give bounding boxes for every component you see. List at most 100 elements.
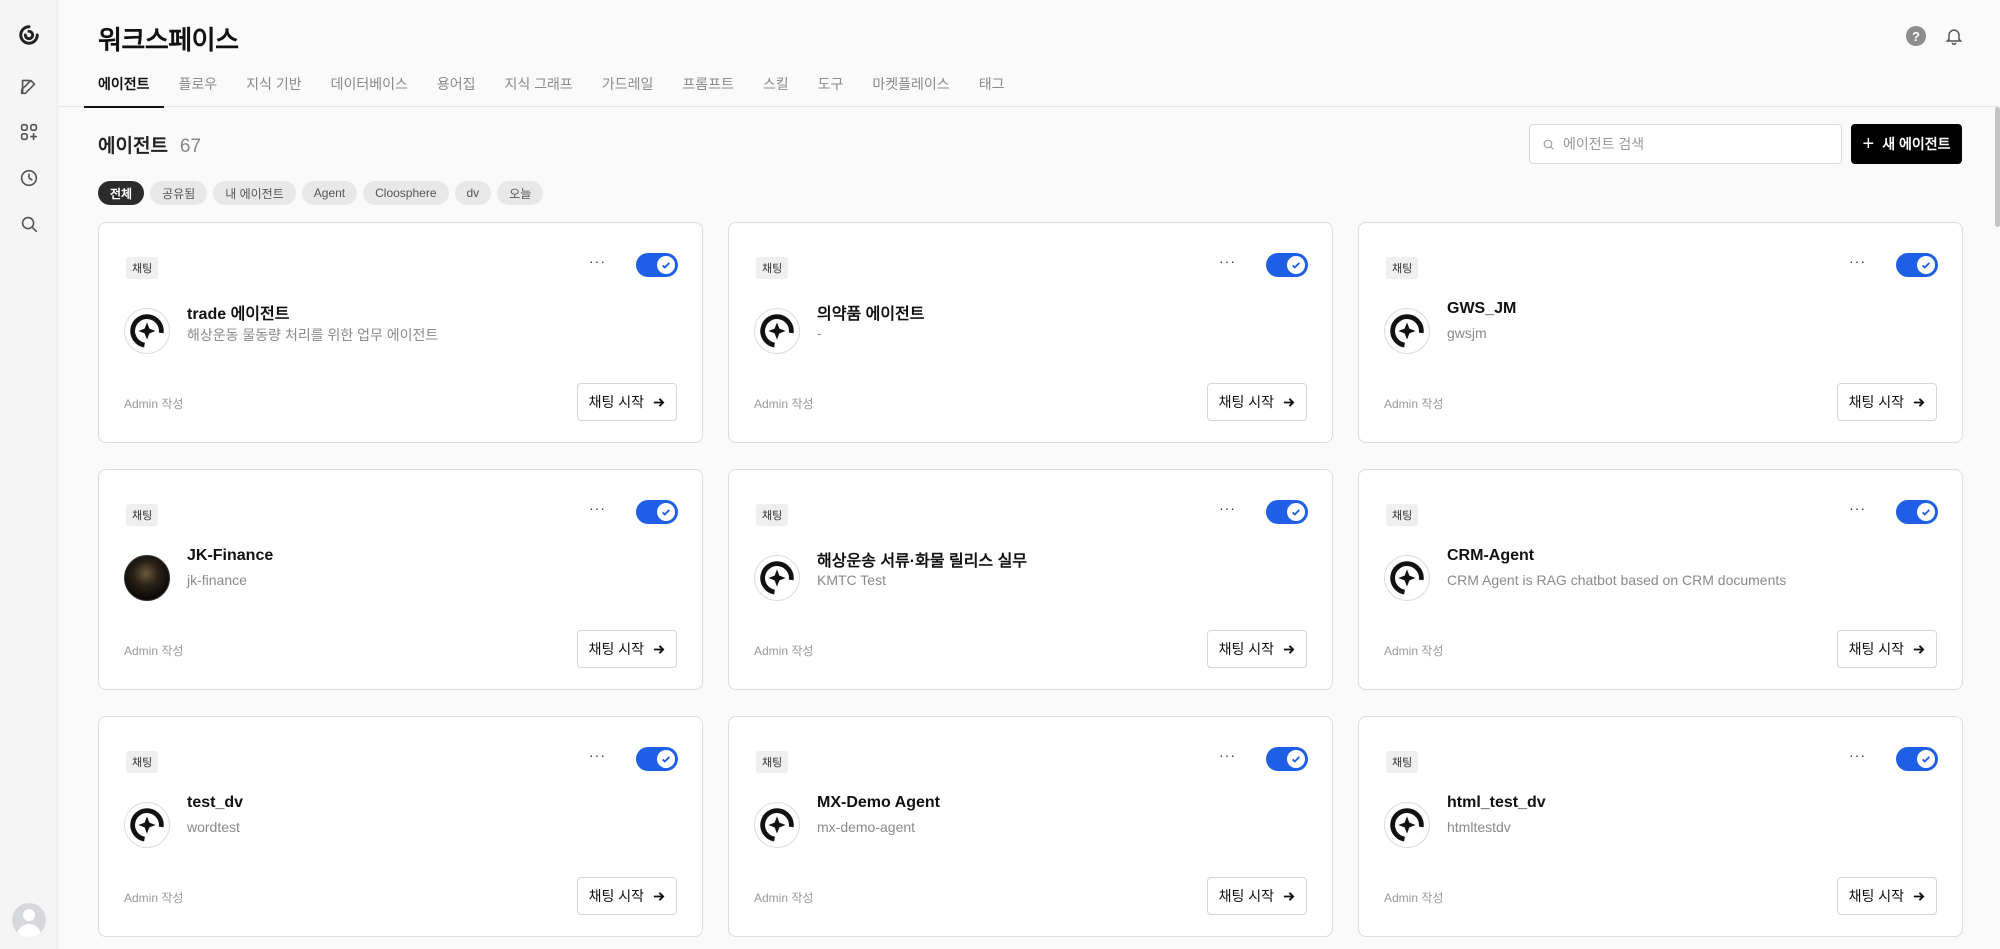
agent-card[interactable]: 채팅 ··· 의약품 에이전트 - Admin 작성 채팅 시작	[728, 222, 1333, 443]
start-chat-button[interactable]: 채팅 시작	[576, 630, 677, 668]
search-icon[interactable]	[14, 209, 44, 239]
agent-logo-icon	[1384, 308, 1430, 354]
agent-card[interactable]: 채팅 ··· CRM-Agent CRM Agent is RAG chatbot b…	[1358, 469, 1963, 690]
agent-search[interactable]	[1529, 124, 1842, 164]
agent-name: MX-Demo Agent	[817, 794, 940, 811]
check-icon	[1292, 262, 1300, 269]
start-chat-button[interactable]: 채팅 시작	[576, 877, 677, 915]
agent-logo-icon	[124, 802, 170, 848]
start-chat-button[interactable]: 채팅 시작	[1206, 383, 1307, 421]
enable-toggle[interactable]	[1266, 747, 1308, 771]
enable-toggle[interactable]	[636, 500, 678, 524]
filter-shared[interactable]: 공유됨	[150, 181, 208, 205]
start-chat-button[interactable]: 채팅 시작	[1206, 630, 1307, 668]
start-chat-label: 채팅 시작	[588, 394, 644, 410]
arrow-right-icon	[653, 891, 665, 901]
start-chat-button[interactable]: 채팅 시작	[1836, 877, 1937, 915]
new-agent-button[interactable]: + 새 에이전트	[1851, 124, 1962, 164]
start-chat-button[interactable]: 채팅 시작	[1836, 383, 1937, 421]
start-chat-button[interactable]: 채팅 시작	[576, 383, 677, 421]
arrow-right-icon	[1283, 397, 1295, 407]
tab-skill[interactable]: 스킬	[763, 70, 789, 108]
type-tag: 채팅	[126, 751, 159, 773]
enable-toggle[interactable]	[1896, 747, 1938, 771]
scrollbar[interactable]	[1994, 107, 2000, 949]
tab-knowledge-base[interactable]: 지식 기반	[246, 70, 301, 108]
search-input[interactable]	[1563, 136, 1823, 152]
section-title: 에이전트	[98, 136, 168, 157]
agent-name: GWS_JM	[1447, 300, 1517, 317]
section-heading: 에이전트 67	[98, 131, 201, 158]
agent-logo-icon	[754, 308, 800, 354]
plus-icon: +	[1862, 133, 1875, 155]
filter-all[interactable]: 전체	[98, 181, 145, 205]
enable-toggle[interactable]	[636, 253, 678, 277]
agent-description: 해상운동 물동량 처리를 위한 업무 에이전트	[187, 327, 439, 343]
type-tag: 채팅	[756, 504, 789, 526]
agent-card[interactable]: 채팅 ··· GWS_JM gwsjm Admin 작성 채팅 시작	[1358, 222, 1963, 443]
more-options-icon[interactable]: ···	[1219, 500, 1236, 516]
tab-agents[interactable]: 에이전트	[84, 70, 164, 108]
filter-my-agents[interactable]: 내 에이전트	[213, 181, 296, 205]
tab-database[interactable]: 데이터베이스	[331, 70, 408, 108]
agent-description: -	[817, 325, 822, 341]
agent-author: Admin 작성	[124, 891, 184, 905]
filter-agent[interactable]: Agent	[301, 181, 358, 205]
enable-toggle[interactable]	[1266, 500, 1308, 524]
apps-icon[interactable]	[14, 117, 44, 147]
agent-name: CRM-Agent	[1447, 547, 1535, 564]
agent-card[interactable]: 채팅 ··· trade 에이전트 해상운동 물동량 처리를 위한 업무 에이전트 Ad…	[98, 222, 703, 443]
more-options-icon[interactable]: ···	[589, 253, 606, 269]
enable-toggle[interactable]	[1266, 253, 1308, 277]
start-chat-button[interactable]: 채팅 시작	[1206, 877, 1307, 915]
agent-description: mx-demo-agent	[817, 819, 916, 835]
tab-guardrail[interactable]: 가드레일	[602, 70, 654, 108]
logo-icon[interactable]	[14, 20, 44, 50]
agent-card[interactable]: 채팅 ··· JK-Finance jk-finance Admin 작성 채팅 시작	[98, 469, 703, 690]
user-avatar[interactable]	[12, 903, 46, 937]
agent-logo-icon	[124, 308, 170, 354]
more-options-icon[interactable]: ···	[1849, 253, 1866, 269]
tab-tags[interactable]: 태그	[979, 70, 1005, 108]
tab-marketplace[interactable]: 마켓플레이스	[872, 70, 949, 108]
agent-card[interactable]: 채팅 ··· html_test_dv htmltestdv Admin 작성 채팅 시작	[1358, 716, 1963, 937]
more-options-icon[interactable]: ···	[589, 500, 606, 516]
help-icon[interactable]: ?	[1906, 26, 1926, 46]
type-tag: 채팅	[126, 504, 159, 526]
agent-logo-icon	[1384, 802, 1430, 848]
filter-dv[interactable]: dv	[454, 181, 492, 205]
enable-toggle[interactable]	[636, 747, 678, 771]
agent-card[interactable]: 채팅 ··· 해상운송 서류·화물 릴리스 실무 KMTC Test Admin 작성 채…	[728, 469, 1333, 690]
tab-knowledge-graph[interactable]: 지식 그래프	[505, 70, 573, 108]
filter-cloosphere[interactable]: Cloosphere	[363, 181, 449, 205]
edit-icon[interactable]	[14, 71, 44, 101]
more-options-icon[interactable]: ···	[1849, 500, 1866, 516]
more-options-icon[interactable]: ···	[589, 747, 606, 763]
tab-flow[interactable]: 플로우	[179, 70, 218, 108]
enable-toggle[interactable]	[1896, 253, 1938, 277]
agent-count: 67	[179, 136, 202, 157]
check-icon	[1292, 756, 1300, 763]
filter-today[interactable]: 오늘	[497, 181, 544, 205]
agent-name: html_test_dv	[1447, 794, 1546, 811]
more-options-icon[interactable]: ···	[1219, 253, 1236, 269]
filter-chips: 전체 공유됨 내 에이전트 Agent Cloosphere dv 오늘	[98, 181, 544, 205]
agent-author: Admin 작성	[124, 644, 184, 658]
arrow-right-icon	[1283, 891, 1295, 901]
more-options-icon[interactable]: ···	[1849, 747, 1866, 763]
more-options-icon[interactable]: ···	[1219, 747, 1236, 763]
agent-card[interactable]: 채팅 ··· MX-Demo Agent mx-demo-agent Admin 작성 채…	[728, 716, 1333, 937]
agent-name: test_dv	[187, 794, 244, 811]
start-chat-button[interactable]: 채팅 시작	[1836, 630, 1937, 668]
page-title: 워크스페이스	[98, 25, 239, 55]
tab-glossary[interactable]: 용어집	[437, 70, 476, 108]
tab-tools[interactable]: 도구	[818, 70, 844, 108]
history-icon[interactable]	[14, 163, 44, 193]
type-tag: 채팅	[756, 751, 789, 773]
start-chat-label: 채팅 시작	[1848, 641, 1904, 657]
bell-icon[interactable]	[1944, 26, 1964, 51]
tab-prompt[interactable]: 프롬프트	[682, 70, 734, 108]
agent-card[interactable]: 채팅 ··· test_dv wordtest Admin 작성 채팅 시작	[98, 716, 703, 937]
enable-toggle[interactable]	[1896, 500, 1938, 524]
agent-description: CRM Agent is RAG chatbot based on CRM do…	[1447, 572, 1787, 588]
